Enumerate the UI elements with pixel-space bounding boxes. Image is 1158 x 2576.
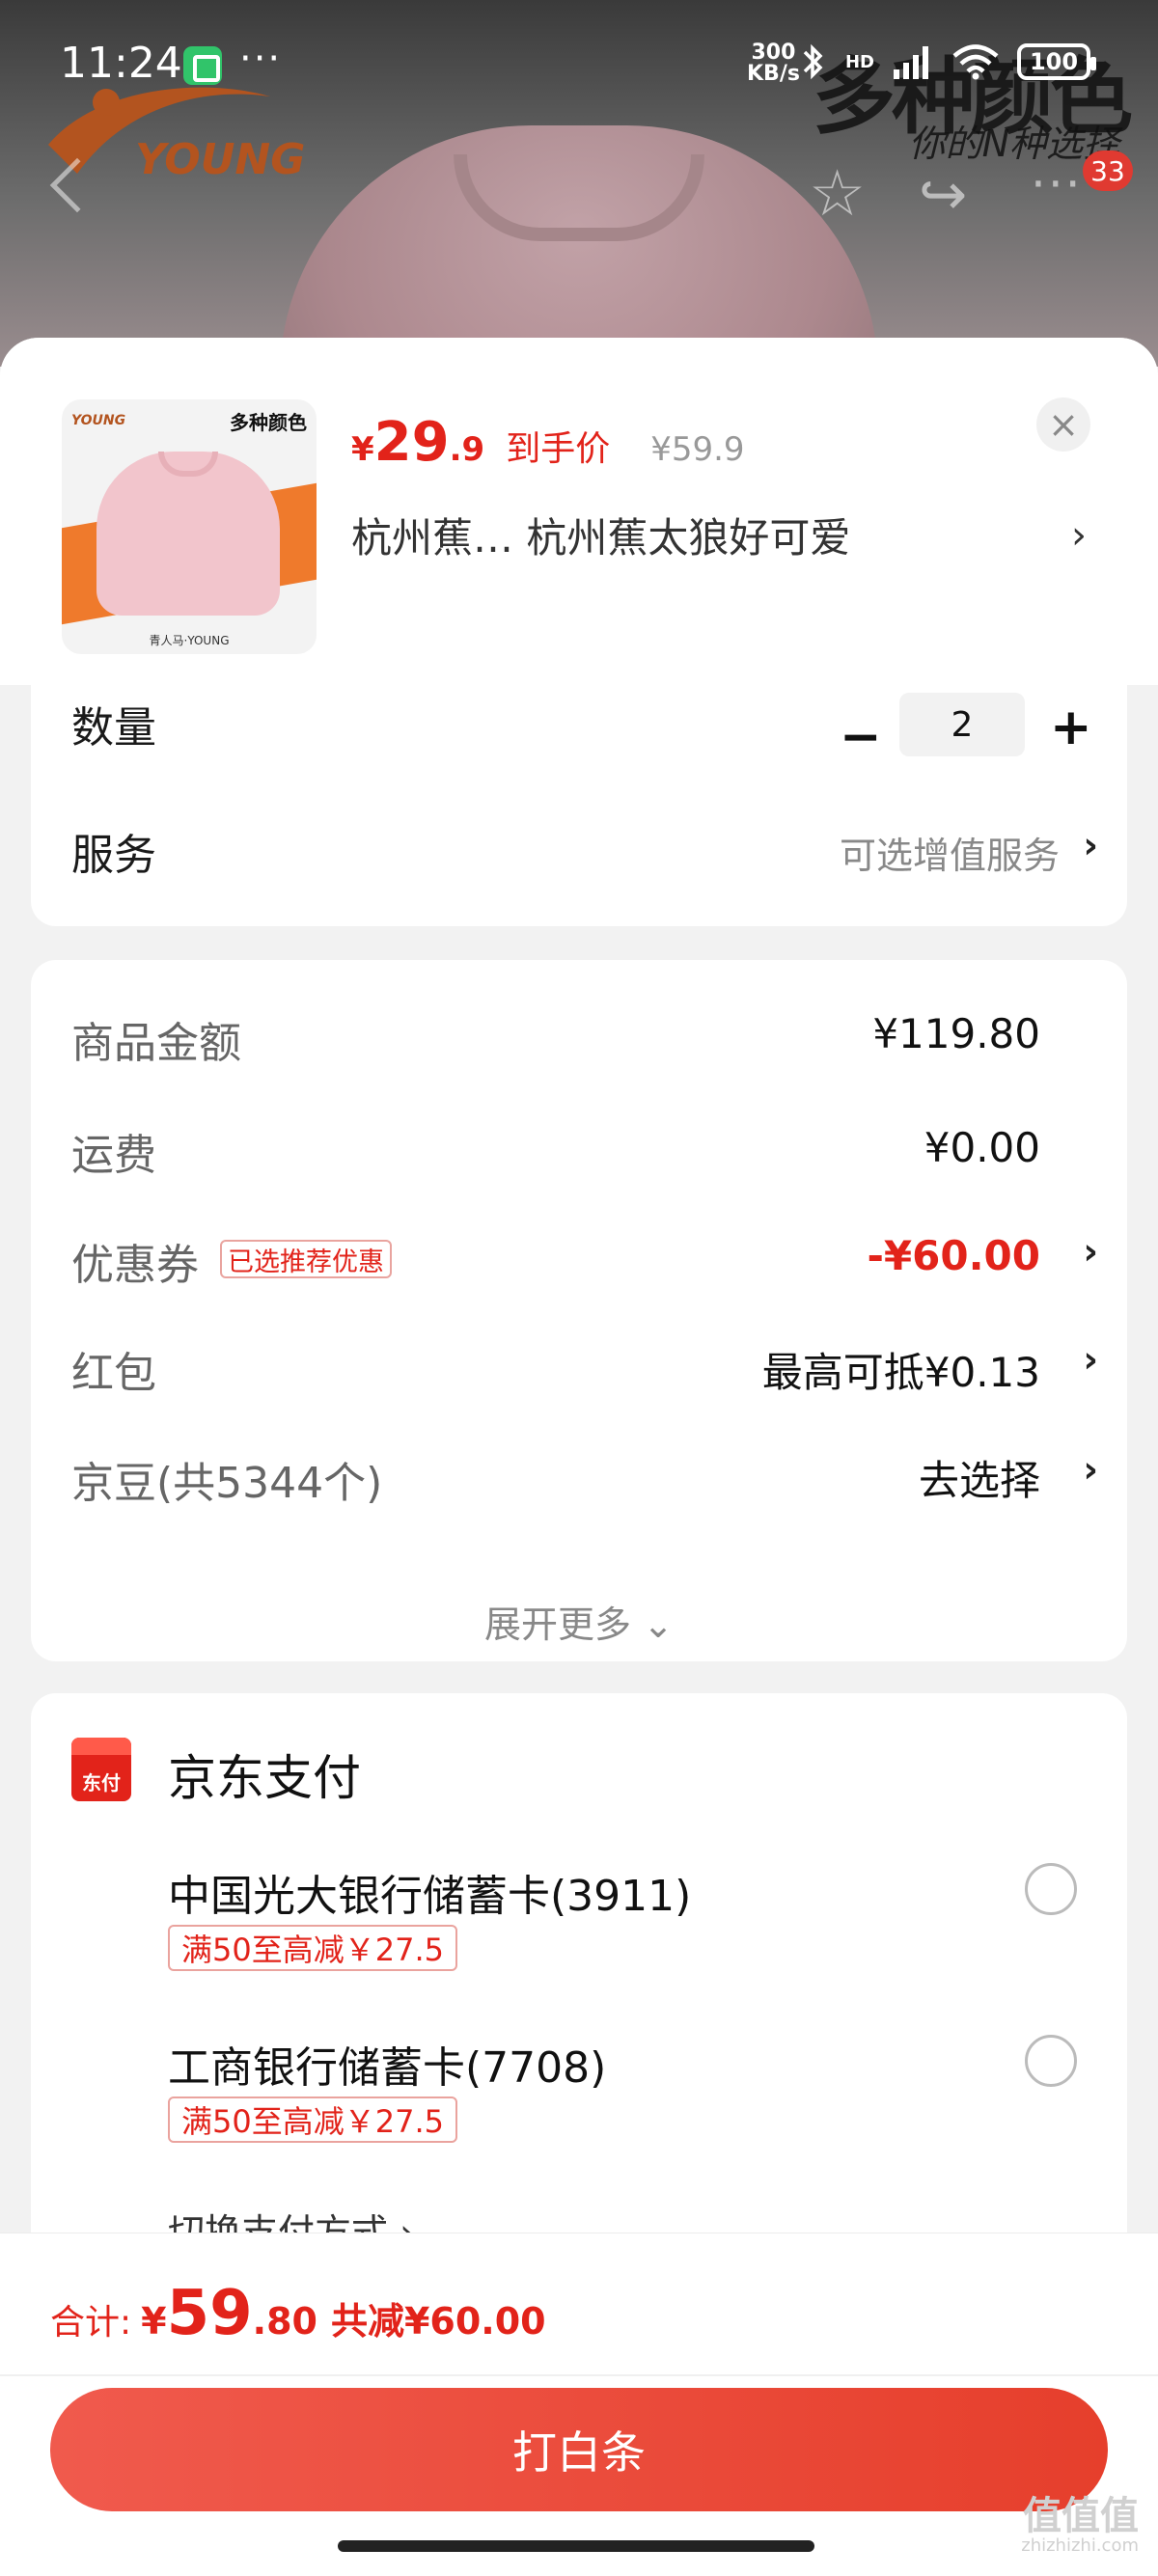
variant-text: 杭州蕉… 杭州蕉太狼好可爱 bbox=[351, 513, 851, 562]
network-speed: 300 KB/s bbox=[747, 42, 800, 85]
network-speed-unit: KB/s bbox=[747, 62, 800, 86]
original-price: ¥59.9 bbox=[650, 430, 745, 469]
bank-card-name: 中国光大银行储蓄卡(3911) bbox=[168, 1872, 692, 1921]
jd-pay-icon: 东付 bbox=[71, 1738, 131, 1801]
expand-more-button[interactable]: 展开更多 ⌄ bbox=[31, 1595, 1127, 1648]
network-speed-value: 300 bbox=[751, 41, 796, 65]
total-integer: 59 bbox=[166, 2278, 253, 2349]
hd-label: HD bbox=[844, 51, 874, 72]
app-notification-icon bbox=[183, 46, 222, 85]
watermark: 值值值 zhizhizhi.com bbox=[1021, 2496, 1139, 2556]
price-tag: 到手价 bbox=[506, 429, 611, 469]
thumbnail-footer: 青人马·YOUNG bbox=[149, 634, 230, 647]
thumbnail-logo: YOUNG bbox=[71, 413, 126, 428]
watermark-text: 值值值 bbox=[1023, 2494, 1139, 2538]
watermark-url: zhizhizhi.com bbox=[1021, 2535, 1139, 2556]
chevron-right-icon: › bbox=[1071, 513, 1087, 558]
divider bbox=[0, 2374, 1158, 2376]
message-count-badge: 33 bbox=[1083, 151, 1133, 191]
coupon-recommended-badge: 已选推荐优惠 bbox=[220, 1240, 392, 1278]
quantity-minus-button[interactable]: − bbox=[840, 708, 882, 766]
chevron-right-icon: › bbox=[1083, 824, 1098, 866]
pay-button[interactable]: 打白条 bbox=[50, 2388, 1108, 2511]
fee-label: 运费 bbox=[71, 1131, 156, 1180]
bluetooth-icon bbox=[803, 43, 823, 80]
variant-selector[interactable]: 杭州蕉… 杭州蕉太狼好可爱 › bbox=[351, 506, 1104, 563]
price-decimal: .9 bbox=[449, 430, 485, 469]
bank-promo-badge: 满50至高减￥27.5 bbox=[168, 1925, 457, 1971]
total-symbol: ¥ bbox=[141, 2300, 167, 2343]
share-icon[interactable]: ↪ bbox=[919, 166, 967, 224]
price-integer: 29 bbox=[373, 411, 450, 474]
fee-value: 去选择 bbox=[918, 1457, 1040, 1504]
brand-logo-text: YOUNG bbox=[135, 135, 306, 184]
service-value: 可选增值服务 bbox=[839, 835, 1060, 877]
checkout-sheet: YOUNG 多种颜色 青人马·YOUNG ¥ 29 .9 到手价 ¥59.9 ×… bbox=[0, 338, 1158, 2576]
total-row: 合计: ¥ 59 .80 共减¥60.00 bbox=[50, 2278, 546, 2349]
chevron-right-icon: › bbox=[1083, 1230, 1098, 1273]
home-indicator[interactable] bbox=[338, 2540, 814, 2552]
fee-label: 京豆(共5344个) bbox=[71, 1459, 383, 1508]
product-summary: YOUNG 多种颜色 青人马·YOUNG ¥ 29 .9 到手价 ¥59.9 ×… bbox=[0, 338, 1158, 685]
total-label: 合计: bbox=[50, 2303, 132, 2343]
fee-label: 优惠券 bbox=[71, 1241, 199, 1290]
options-card: 数量 − 2 + 服务 可选增值服务 › bbox=[31, 685, 1127, 926]
quantity-plus-button[interactable]: + bbox=[1050, 699, 1092, 756]
coupon-value: -¥60.00 bbox=[867, 1232, 1040, 1279]
chevron-right-icon: › bbox=[1083, 1338, 1098, 1381]
close-button[interactable]: × bbox=[1036, 397, 1090, 452]
bank-promo-badge: 满50至高减￥27.5 bbox=[168, 2096, 457, 2143]
wifi-icon bbox=[952, 44, 999, 80]
jd-pay-icon-text: 东付 bbox=[82, 1771, 121, 1795]
product-thumbnail[interactable]: YOUNG 多种颜色 青人马·YOUNG bbox=[62, 399, 317, 654]
payment-radio[interactable] bbox=[1025, 2035, 1077, 2087]
fee-value: ¥119.80 bbox=[872, 1010, 1040, 1057]
fee-value: 最高可抵¥0.13 bbox=[761, 1349, 1040, 1396]
payment-title: 京东支付 bbox=[168, 1750, 361, 1806]
status-bar: 11:24 ··· 300 KB/s HD 100 bbox=[0, 0, 1158, 135]
bank-card-name: 工商银行储蓄卡(7708) bbox=[168, 2043, 607, 2093]
status-icons: HD 100 bbox=[799, 42, 1096, 81]
fee-breakdown-card: 商品金额 ¥119.80 运费 ¥0.00 优惠券 已选推荐优惠 -¥60.00… bbox=[31, 960, 1127, 1661]
quantity-label: 数量 bbox=[71, 703, 156, 753]
more-icon[interactable]: ··· bbox=[1031, 156, 1083, 212]
fee-value: ¥0.00 bbox=[924, 1124, 1040, 1171]
fee-label: 商品金额 bbox=[71, 1019, 241, 1068]
quantity-input[interactable]: 2 bbox=[899, 693, 1025, 756]
fee-label: 红包 bbox=[71, 1349, 156, 1398]
thumbnail-title: 多种颜色 bbox=[230, 411, 307, 434]
chevron-right-icon: › bbox=[1083, 1448, 1098, 1491]
signal-icon bbox=[894, 46, 928, 79]
total-decimal: .80 bbox=[252, 2300, 317, 2343]
star-icon[interactable]: ☆ bbox=[809, 162, 866, 226]
battery-icon: 100 bbox=[1017, 43, 1096, 80]
status-time: 11:24 bbox=[60, 39, 182, 88]
checkout-bottom-bar: 合计: ¥ 59 .80 共减¥60.00 打白条 值值值 zhizhizhi.… bbox=[0, 2233, 1158, 2576]
price-row: ¥ 29 .9 到手价 ¥59.9 bbox=[351, 411, 745, 474]
price-symbol: ¥ bbox=[351, 430, 374, 469]
service-label: 服务 bbox=[71, 831, 156, 880]
payment-radio[interactable] bbox=[1025, 1863, 1077, 1915]
total-saved: 共减¥60.00 bbox=[330, 2300, 546, 2343]
more-notifications-icon: ··· bbox=[239, 37, 283, 81]
